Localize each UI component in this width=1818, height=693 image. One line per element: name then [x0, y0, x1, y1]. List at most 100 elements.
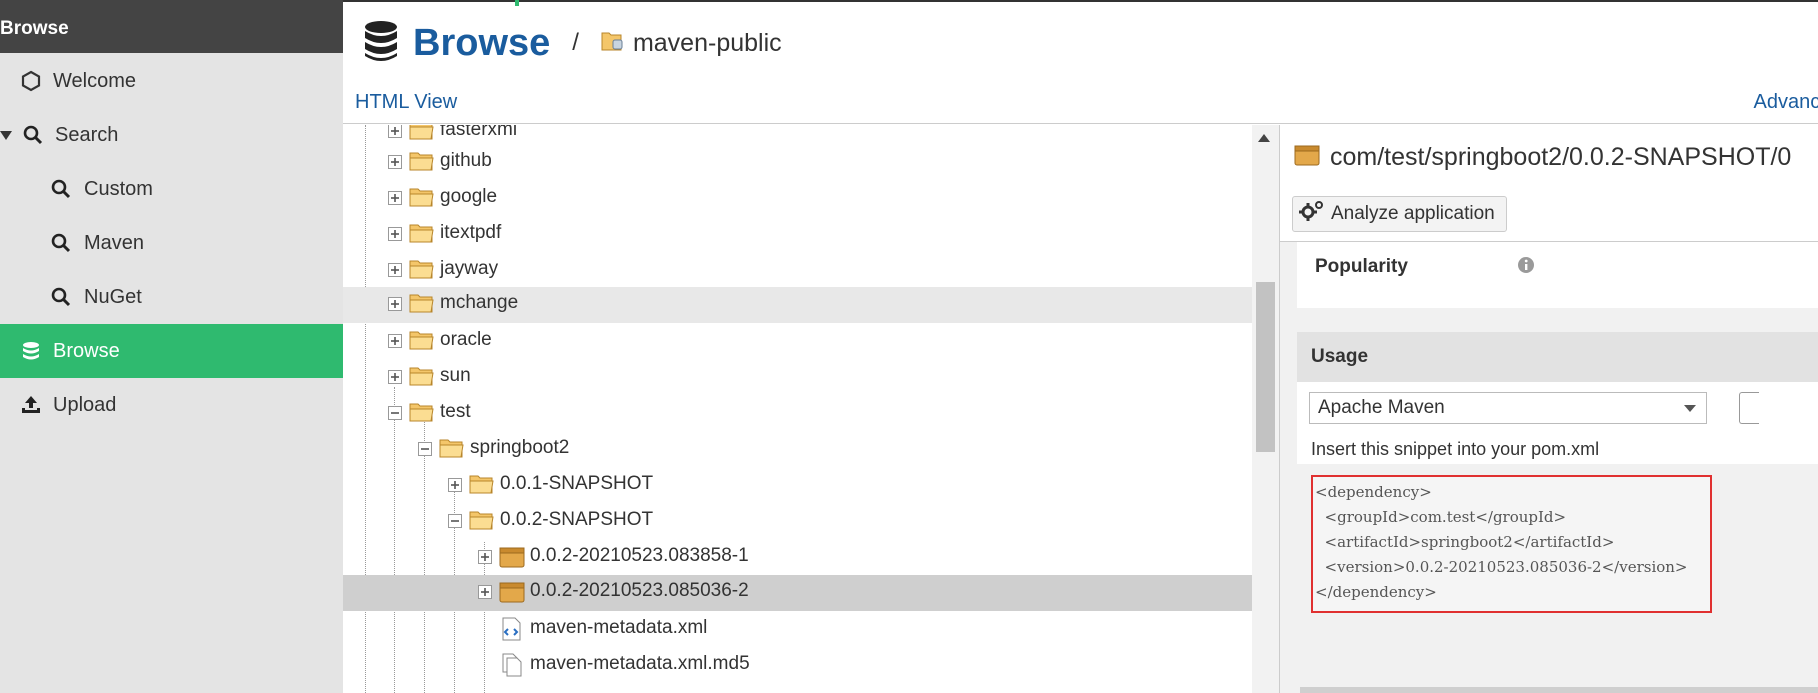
- folder-icon: [409, 365, 435, 389]
- breadcrumb: Browse / maven-public: [363, 20, 782, 66]
- caret-down-icon[interactable]: [0, 131, 12, 140]
- snippet-line: <dependency>: [1315, 483, 1432, 501]
- sidebar-item-label: Upload: [53, 393, 117, 416]
- tree-node-google[interactable]: google: [343, 181, 1252, 217]
- expand-icon[interactable]: [388, 334, 404, 350]
- sidebar-item-label: Custom: [84, 177, 153, 200]
- component-detail-panel: com/test/springboot2/0.0.2-SNAPSHOT/0 An…: [1279, 125, 1818, 693]
- expand-icon[interactable]: [388, 155, 404, 171]
- folder-icon: [409, 186, 435, 210]
- folder-icon: [409, 125, 435, 143]
- folder-icon: [409, 150, 435, 174]
- expand-icon[interactable]: [448, 478, 464, 494]
- tree-node-github[interactable]: github: [343, 145, 1252, 181]
- sidebar-item-upload[interactable]: Upload: [0, 378, 343, 432]
- folder-open-icon: [469, 509, 495, 533]
- scroll-up-arrow-icon[interactable]: [1258, 134, 1270, 142]
- sidebar-item-search[interactable]: Search: [0, 108, 343, 162]
- build-tool-select[interactable]: Apache Maven: [1309, 392, 1707, 424]
- snippet-line: <artifactId>springboot2</artifactId>: [1315, 533, 1615, 551]
- page-title[interactable]: Browse: [413, 22, 550, 65]
- expand-icon[interactable]: [388, 227, 404, 243]
- tree-node-test[interactable]: test: [343, 396, 1252, 432]
- tree-node-maven-metadata-md5[interactable]: maven-metadata.xml.md5: [343, 648, 1252, 684]
- snippet-area: <dependency> <groupId>com.test</groupId>…: [1297, 464, 1818, 613]
- analyze-button-label: Analyze application: [1331, 203, 1495, 224]
- tree-node-label: maven-metadata.xml.md5: [530, 653, 750, 674]
- tree-node-label: springboot2: [470, 437, 570, 458]
- tree-node-label: mchange: [440, 292, 519, 313]
- tree-node-maven-metadata-xml[interactable]: maven-metadata.xml: [343, 612, 1252, 648]
- collapse-icon[interactable]: [448, 514, 464, 530]
- upload-icon: [18, 392, 44, 418]
- sidebar-item-nuget[interactable]: NuGet: [0, 270, 343, 324]
- tree-node-0.0.1-snapshot[interactable]: 0.0.1-SNAPSHOT: [343, 468, 1252, 504]
- analyze-application-button[interactable]: Analyze application: [1292, 196, 1507, 232]
- popularity-card: Popularity: [1297, 242, 1818, 308]
- collapse-icon[interactable]: [418, 442, 434, 458]
- expand-icon[interactable]: [478, 585, 494, 601]
- folder-icon: [409, 258, 435, 282]
- sidebar-item-custom[interactable]: Custom: [0, 162, 343, 216]
- next-section-header: [1300, 687, 1818, 693]
- component-path: com/test/springboot2/0.0.2-SNAPSHOT/0: [1330, 142, 1792, 171]
- scroll-thumb[interactable]: [1256, 282, 1275, 452]
- sidebar-item-label: Welcome: [53, 69, 136, 92]
- search-icon: [48, 176, 74, 202]
- repository-icon: [601, 30, 625, 57]
- expand-icon[interactable]: [478, 550, 494, 566]
- copy-button[interactable]: [1739, 392, 1759, 424]
- package-icon: [499, 545, 525, 569]
- snippet-hint: Insert this snippet into your pom.xml: [1311, 439, 1600, 459]
- tree-node-label: fasterxml: [440, 125, 518, 140]
- sidebar-item-maven[interactable]: Maven: [0, 216, 343, 270]
- folder-icon: [469, 473, 495, 497]
- tree-node-sun[interactable]: sun: [343, 360, 1252, 396]
- breadcrumb-repository[interactable]: maven-public: [633, 29, 782, 58]
- hexagon-icon: [18, 68, 44, 94]
- breadcrumb-separator: /: [572, 29, 579, 56]
- chevron-down-icon: [1684, 405, 1696, 412]
- tree-node-springboot2[interactable]: springboot2: [343, 432, 1252, 468]
- tree-node-label: 0.0.2-20210523.083858-1: [530, 545, 749, 566]
- sidebar-item-browse[interactable]: Browse: [0, 324, 343, 378]
- package-icon: [499, 580, 525, 604]
- tree-node-label: oracle: [440, 329, 492, 350]
- database-icon: [363, 20, 399, 67]
- dependency-snippet[interactable]: <dependency> <groupId>com.test</groupId>…: [1311, 475, 1712, 613]
- tree-node-itextpdf[interactable]: itextpdf: [343, 217, 1252, 253]
- tree-node-oracle[interactable]: oracle: [343, 324, 1252, 360]
- info-icon[interactable]: [1517, 256, 1535, 279]
- collapse-icon[interactable]: [388, 406, 404, 422]
- advanced-search-link[interactable]: Advanced s: [1753, 91, 1818, 114]
- expand-icon[interactable]: [388, 297, 404, 313]
- snippet-line: </dependency>: [1315, 583, 1437, 601]
- expand-icon[interactable]: [388, 191, 404, 207]
- tree-scrollbar[interactable]: [1252, 125, 1279, 693]
- sidebar-item-welcome[interactable]: Welcome: [0, 54, 343, 108]
- tree-node-0.0.2-snapshot[interactable]: 0.0.2-SNAPSHOT: [343, 504, 1252, 540]
- expand-icon[interactable]: [388, 125, 404, 140]
- snippet-line: <version>0.0.2-20210523.085036-2</versio…: [1315, 558, 1688, 576]
- folder-icon: [409, 329, 435, 353]
- folder-open-icon: [439, 437, 465, 461]
- tree-node-snapshot-build-2[interactable]: 0.0.2-20210523.085036-2: [343, 575, 1252, 611]
- tree-node-mchange[interactable]: mchange: [343, 287, 1252, 323]
- folder-open-icon: [409, 401, 435, 425]
- sidebar-item-label: NuGet: [84, 285, 142, 308]
- sidebar-item-label: Browse: [53, 339, 120, 362]
- tree-node-snapshot-build-1[interactable]: 0.0.2-20210523.083858-1: [343, 540, 1252, 576]
- html-view-link[interactable]: HTML View: [355, 91, 457, 114]
- sidebar-item-label: Maven: [84, 231, 145, 254]
- tree-node-label: 0.0.2-SNAPSHOT: [500, 509, 654, 530]
- xml-file-icon: [499, 617, 525, 641]
- expand-icon[interactable]: [388, 263, 404, 279]
- popularity-label: Popularity: [1315, 256, 1408, 277]
- package-icon: [1294, 143, 1320, 172]
- expand-icon[interactable]: [388, 370, 404, 386]
- tree-node-label: github: [440, 150, 492, 171]
- search-icon: [48, 230, 74, 256]
- tree-node-label: sun: [440, 365, 471, 386]
- tree-node-jayway[interactable]: jayway: [343, 253, 1252, 289]
- page-header: Browse / maven-public HTML View Advanced…: [343, 0, 1818, 124]
